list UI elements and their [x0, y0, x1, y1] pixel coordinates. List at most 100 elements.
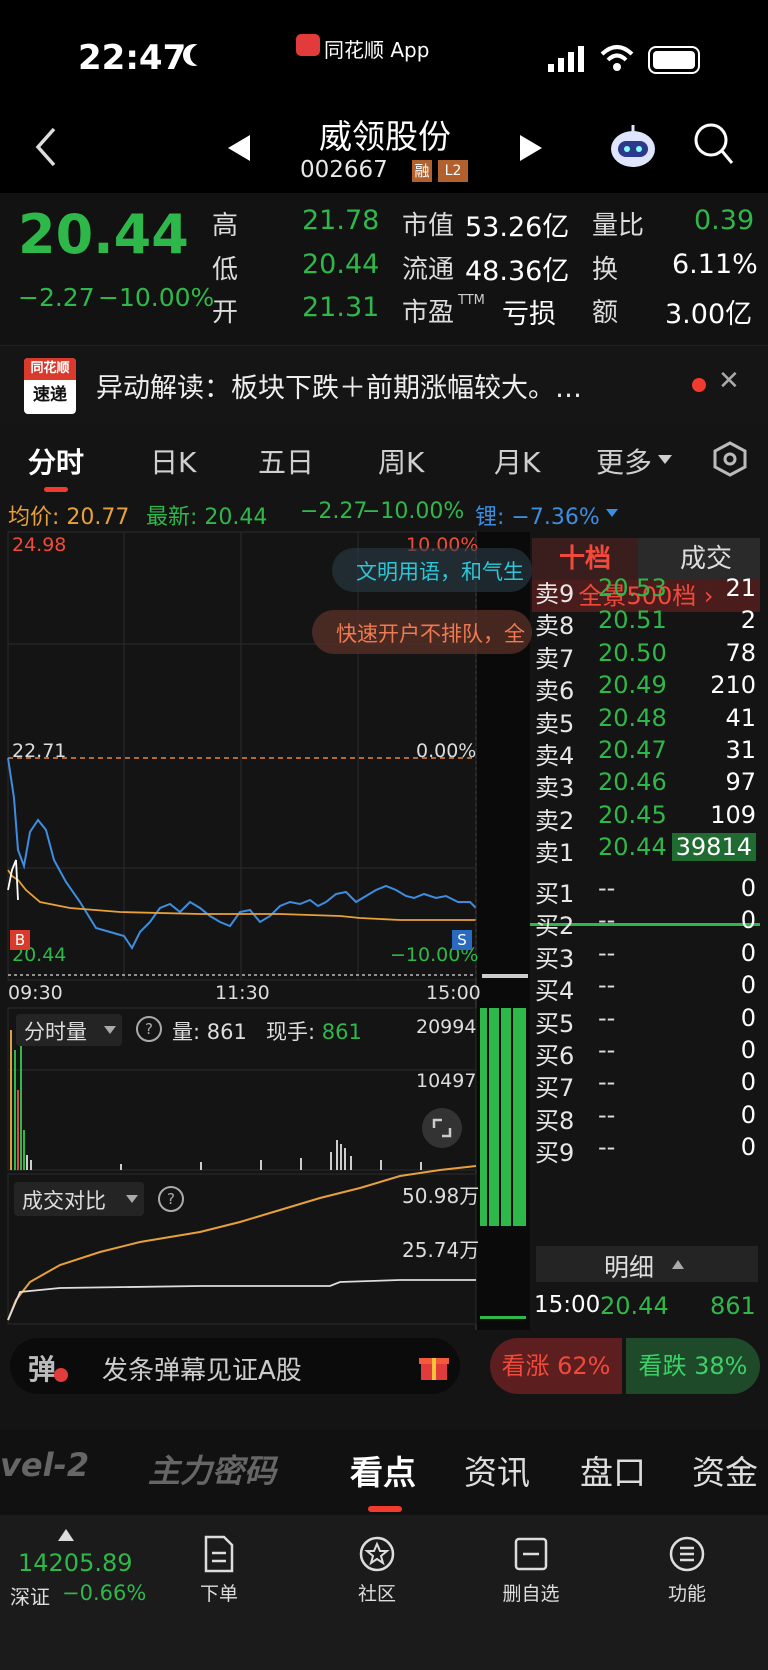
amount-value: 3.00亿	[665, 299, 753, 330]
level-price: 20.46	[598, 768, 667, 797]
ask-row[interactable]: 卖7 20.50 78	[530, 639, 760, 673]
tab-more[interactable]: 更多	[596, 441, 652, 481]
close-icon[interactable]: ✕	[718, 366, 740, 396]
level-label: 买4	[535, 977, 575, 1006]
remove-watchlist-button[interactable]: 删自选	[476, 1535, 586, 1606]
status-time: 22:47	[78, 38, 187, 78]
ask-row[interactable]: 卖1 20.44 39814	[530, 833, 760, 867]
danmaku-toggle-icon[interactable]: 弹	[28, 1348, 56, 1388]
level-label: 买8	[535, 1106, 575, 1135]
level-qty: 21	[725, 574, 756, 602]
bid-row[interactable]: 买3 -- 0	[530, 939, 760, 973]
bid-row[interactable]: 买9 -- 0	[530, 1133, 760, 1167]
bid-row[interactable]: 买6 -- 0	[530, 1036, 760, 1070]
level-qty: 109	[710, 800, 756, 829]
amount-label: 额	[592, 298, 619, 328]
bullish-button[interactable]: 看涨 62%	[490, 1338, 622, 1394]
ask-row[interactable]: 卖4 20.47 31	[530, 736, 760, 770]
compare-selector[interactable]: 成交对比	[14, 1182, 144, 1216]
bid-row[interactable]: 买7 -- 0	[530, 1068, 760, 1102]
ask-row[interactable]: 卖9 20.53 21	[530, 574, 760, 608]
expand-icon[interactable]	[422, 1108, 462, 1148]
detail-button[interactable]: 明细	[536, 1246, 758, 1282]
flash-news-logo: 同花顺 速递	[24, 358, 76, 414]
index-value[interactable]: 14205.89	[18, 1549, 133, 1577]
volume-dropdown-icon	[104, 1026, 116, 1034]
tab-highlights[interactable]: 看点	[350, 1446, 416, 1494]
search-icon[interactable]	[692, 121, 736, 167]
level-qty: 0	[740, 874, 756, 902]
latest-price: 最新: 20.44	[146, 505, 268, 530]
news-banner[interactable]: 同花顺 速递 异动解读：板块下跌＋前期涨幅较大。… ✕	[0, 345, 768, 427]
compare-help-icon[interactable]: ?	[158, 1186, 184, 1212]
functions-button[interactable]: 功能	[632, 1535, 742, 1606]
compare-top-label: 50.98万	[402, 1184, 480, 1208]
level-price: --	[598, 971, 616, 1000]
tab-orderbook[interactable]: 盘口	[580, 1446, 646, 1494]
tab-capital[interactable]: 资金	[692, 1446, 758, 1494]
level-label: 买1	[535, 880, 575, 908]
bearish-button[interactable]: 看跌 38%	[626, 1338, 760, 1394]
app-label: 同花顺 App	[324, 38, 430, 62]
level-qty: 0	[740, 1133, 756, 1162]
tab-intraday[interactable]: 分时	[28, 441, 84, 481]
time-label-close: 15:00	[426, 982, 481, 1004]
signal-icon	[548, 46, 584, 72]
level-qty: 0	[740, 971, 756, 1000]
open-value: 21.31	[302, 292, 380, 323]
content-tab-indicator	[368, 1506, 402, 1512]
mid-pct-label: 0.00%	[416, 740, 477, 762]
level-price: 20.50	[598, 638, 667, 667]
volume-help-icon[interactable]: ?	[136, 1016, 162, 1042]
robot-assistant-icon[interactable]	[608, 121, 658, 171]
tab-main-force[interactable]: 主力密码	[148, 1446, 276, 1492]
sector-dropdown-icon[interactable]	[606, 509, 618, 518]
settings-hexagon-icon[interactable]	[712, 441, 748, 477]
bid-row[interactable]: 买1 -- 0	[530, 874, 760, 908]
tab-monthly-k[interactable]: 月K	[494, 441, 540, 481]
ask-row[interactable]: 卖8 20.51 2	[530, 606, 760, 640]
prev-stock-icon[interactable]	[228, 135, 252, 161]
level-qty: 0	[740, 906, 756, 935]
bid-row[interactable]: 买4 -- 0	[530, 971, 760, 1005]
bottom-toolbar: 14205.89 深证 −0.66% 下单 社区 删自选 功能	[0, 1515, 768, 1670]
level-price: 20.45	[598, 800, 667, 829]
ask-row[interactable]: 卖2 20.45 109	[530, 801, 760, 835]
level-qty: 0	[740, 938, 756, 967]
danmaku-input[interactable]: 弹 发条弹幕见证A股	[10, 1338, 460, 1394]
mid-price-label: 22.71	[12, 740, 67, 762]
level-label: 买7	[535, 1074, 575, 1103]
sell-marker[interactable]: S	[452, 930, 472, 950]
level-label: 买3	[535, 944, 575, 973]
bid-row[interactable]: 买2 -- 0	[530, 906, 760, 940]
bid-row[interactable]: 买5 -- 0	[530, 1004, 760, 1038]
wifi-icon	[600, 45, 634, 71]
chevron-down-icon	[658, 455, 672, 464]
volratio-value: 0.39	[694, 205, 755, 236]
bid-row[interactable]: 买8 -- 0	[530, 1101, 760, 1135]
tab-daily-k[interactable]: 日K	[150, 441, 196, 481]
order-button[interactable]: 下单	[164, 1535, 274, 1606]
sector-change[interactable]: 锂: −7.36%	[475, 499, 600, 531]
back-icon[interactable]	[30, 125, 60, 169]
tab-level2[interactable]: vel-2	[0, 1446, 89, 1484]
ask-row[interactable]: 卖3 20.46 97	[530, 768, 760, 802]
quote-panel: 20.44 −2.27 −10.00% 高 21.78 低 20.44 开 21…	[0, 193, 768, 345]
community-icon	[359, 1536, 395, 1572]
tab-news[interactable]: 资讯	[464, 1446, 530, 1494]
level-label: 卖7	[535, 644, 575, 673]
ask-row[interactable]: 卖5 20.48 41	[530, 704, 760, 738]
volume-selector[interactable]: 分时量	[16, 1014, 122, 1046]
next-stock-icon[interactable]	[518, 135, 542, 161]
news-text[interactable]: 异动解读：板块下跌＋前期涨幅较大。…	[96, 366, 582, 405]
buy-marker[interactable]: B	[10, 930, 30, 950]
avg-price: 均价: 20.77	[8, 505, 130, 530]
community-button[interactable]: 社区	[322, 1535, 432, 1606]
tab-five-day[interactable]: 五日	[258, 441, 314, 481]
tab-weekly-k[interactable]: 周K	[378, 441, 424, 481]
ask-row[interactable]: 卖6 20.49 210	[530, 671, 760, 705]
gift-icon[interactable]	[418, 1350, 450, 1382]
index-name: 深证	[10, 1585, 50, 1609]
volume-max-label: 20994	[416, 1016, 477, 1038]
moon-icon	[190, 44, 212, 66]
